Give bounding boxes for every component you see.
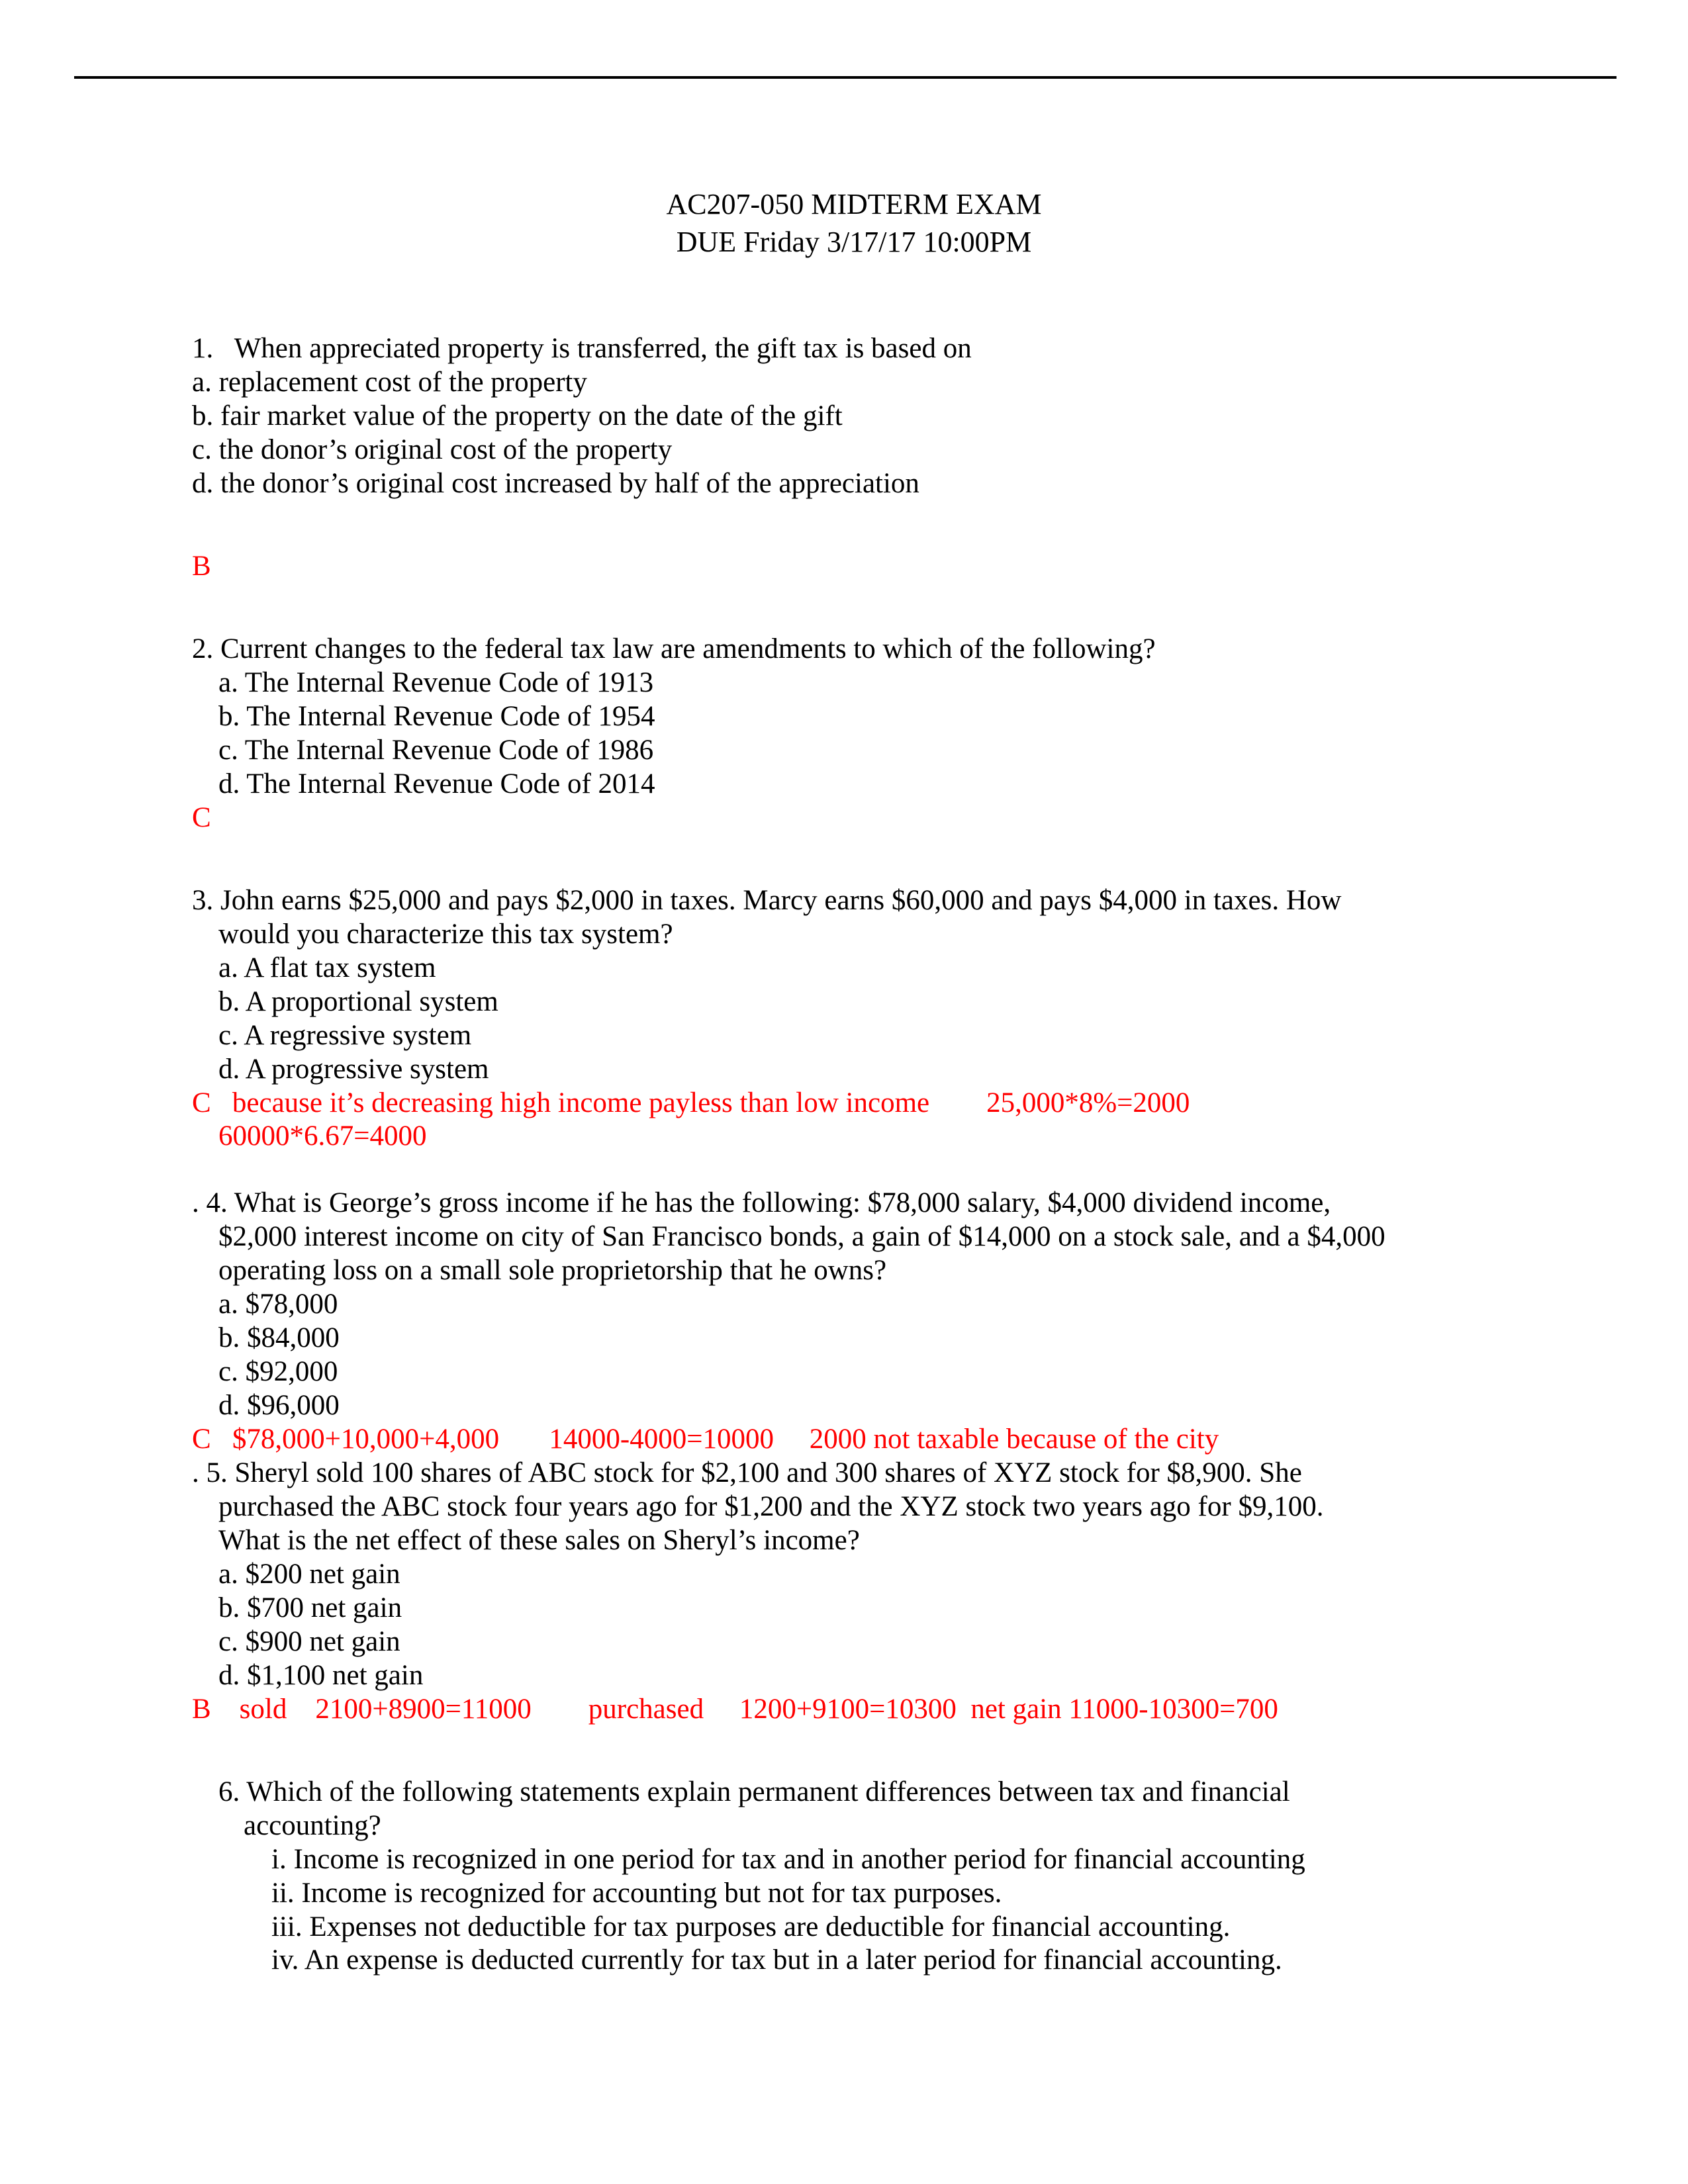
title-spacer <box>192 261 1589 332</box>
question-4-stem-line-3: operating loss on a small sole proprieto… <box>218 1255 887 1287</box>
question-1-option-a: a. replacement cost of the property <box>192 367 587 398</box>
question-6-option-i: i. Income is recognized in one period fo… <box>271 1843 1305 1875</box>
question-4-option-b: b. $84,000 <box>218 1322 340 1354</box>
question-2-answer: C <box>192 801 211 833</box>
question-4-stem-line-1: . 4. What is George’s gross income if he… <box>192 1187 1331 1219</box>
question-2-option-a: a. The Internal Revenue Code of 1913 <box>218 667 654 699</box>
question-5-stem-line-1: . 5. Sheryl sold 100 shares of ABC stock… <box>192 1457 1302 1489</box>
gap-q2-q3 <box>192 835 1589 884</box>
question-5-option-c: c. $900 net gain <box>218 1625 400 1657</box>
question-2-stem: 2. Current changes to the federal tax la… <box>192 633 1156 665</box>
question-5: . 5. Sheryl sold 100 shares of ABC stock… <box>192 1457 1589 1727</box>
question-6-option-iv: iv. An expense is deducted currently for… <box>271 1944 1282 1976</box>
gap-q1-q2 <box>192 584 1589 633</box>
question-4-option-c: c. $92,000 <box>218 1356 338 1388</box>
question-3-stem-line-1: 3. John earns $25,000 and pays $2,000 in… <box>192 884 1342 916</box>
question-3-answer-line-2: 60000*6.67=4000 <box>218 1120 427 1152</box>
question-1-answer: B <box>192 551 211 582</box>
document-content: AC207-050 MIDTERM EXAM DUE Friday 3/17/1… <box>0 185 1688 1978</box>
question-3-option-b: b. A proportional system <box>218 985 498 1017</box>
question-4-option-d: d. $96,000 <box>218 1390 340 1422</box>
header-horizontal-rule <box>74 76 1617 79</box>
exam-due-date: DUE Friday 3/17/17 10:00PM <box>676 226 1032 259</box>
question-6-stem-line-1: 6. Which of the following statements exp… <box>218 1776 1290 1807</box>
gap-q3-q4 <box>192 1154 1589 1187</box>
question-5-stem-line-2: purchased the ABC stock four years ago f… <box>218 1491 1324 1523</box>
gap-q5-q6 <box>192 1727 1589 1776</box>
question-1-option-b: b. fair market value of the property on … <box>192 400 843 432</box>
question-1-answer-spacer <box>192 501 1589 550</box>
question-2-option-b: b. The Internal Revenue Code of 1954 <box>218 701 655 732</box>
question-5-option-b: b. $700 net gain <box>218 1592 402 1623</box>
exam-title-block: AC207-050 MIDTERM EXAM DUE Friday 3/17/1… <box>119 185 1589 261</box>
question-4-option-a: a. $78,000 <box>218 1289 338 1320</box>
question-5-answer: B sold 2100+8900=11000 purchased 1200+91… <box>192 1693 1278 1725</box>
question-3: 3. John earns $25,000 and pays $2,000 in… <box>192 884 1589 1154</box>
question-3-stem-line-2: would you characterize this tax system? <box>218 918 673 950</box>
question-4-answer: C $78,000+10,000+4,000 14000-4000=10000 … <box>192 1424 1219 1455</box>
question-5-stem-line-3: What is the net effect of these sales on… <box>218 1524 860 1556</box>
question-3-option-d: d. A progressive system <box>218 1053 489 1085</box>
exam-document-page: AC207-050 MIDTERM EXAM DUE Friday 3/17/1… <box>0 0 1688 2184</box>
question-1-option-c: c. the donor’s original cost of the prop… <box>192 434 673 466</box>
question-1: 1. When appreciated property is transfer… <box>192 332 1589 584</box>
question-6-option-ii: ii. Income is recognized for accounting … <box>271 1877 1002 1909</box>
question-1-stem: 1. When appreciated property is transfer… <box>192 333 972 365</box>
question-2: 2. Current changes to the federal tax la… <box>192 633 1589 835</box>
question-1-option-d: d. the donor’s original cost increased b… <box>192 468 919 500</box>
question-6-stem-line-2: accounting? <box>244 1809 381 1841</box>
question-6: 6. Which of the following statements exp… <box>192 1776 1589 1978</box>
question-5-option-a: a. $200 net gain <box>218 1558 400 1590</box>
question-4-stem-line-2: $2,000 interest income on city of San Fr… <box>218 1221 1385 1253</box>
question-4: . 4. What is George’s gross income if he… <box>192 1187 1589 1457</box>
exam-title: AC207-050 MIDTERM EXAM <box>666 188 1042 220</box>
question-2-option-d: d. The Internal Revenue Code of 2014 <box>218 768 655 799</box>
question-3-option-c: c. A regressive system <box>218 1019 472 1051</box>
question-6-option-iii: iii. Expenses not deductible for tax pur… <box>271 1911 1231 1942</box>
question-5-option-d: d. $1,100 net gain <box>218 1659 424 1691</box>
question-2-option-c: c. The Internal Revenue Code of 1986 <box>218 734 654 766</box>
question-3-answer-line-1: C because it’s decreasing high income pa… <box>192 1087 1190 1118</box>
question-3-option-a: a. A flat tax system <box>218 952 436 983</box>
